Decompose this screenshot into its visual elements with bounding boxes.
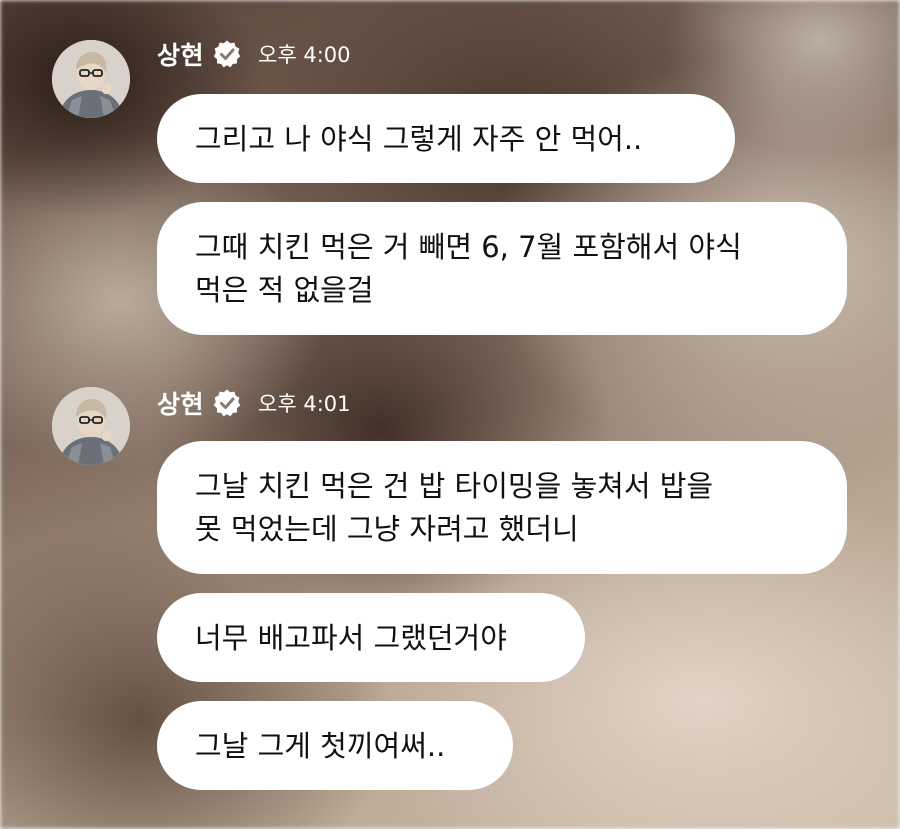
bubble-text-line: 먹은 적 없을걸 <box>195 273 374 307</box>
bubble-text-line: 그날 치킨 먹은 건 밥 타이밍을 놓쳐서 밥을 <box>195 469 714 503</box>
message-time: 오후 4:01 <box>258 392 351 416</box>
message-time: 오후 4:00 <box>258 43 351 67</box>
bubble-text-line: 그리고 나 야식 그렇게 자주 안 먹어.. <box>195 122 643 156</box>
user-avatar-icon <box>52 387 130 465</box>
bubble-text-line: 너무 배고파서 그랬던거야 <box>195 621 507 655</box>
verified-badge-icon <box>213 40 241 68</box>
avatar[interactable] <box>52 387 130 465</box>
avatar[interactable] <box>52 40 130 118</box>
sender-name[interactable]: 상현 <box>157 36 204 72</box>
bubble-text-line: 그때 치킨 먹은 거 빼면 6, 7월 포함해서 야식 <box>195 230 742 264</box>
bubble-text-line: 그날 그게 첫끼여써.. <box>195 729 446 763</box>
sender-line: 상현 오후 4:00 <box>157 36 351 72</box>
verified-badge-icon <box>213 389 241 417</box>
chat-bubble[interactable]: 너무 배고파서 그랬던거야 <box>157 593 585 682</box>
chat-bubble[interactable]: 그날 치킨 먹은 건 밥 타이밍을 놓쳐서 밥을 못 먹었는데 그냥 자려고 했… <box>157 441 847 574</box>
chat-bubble[interactable]: 그때 치킨 먹은 거 빼면 6, 7월 포함해서 야식 먹은 적 없을걸 <box>157 202 847 335</box>
sender-line: 상현 오후 4:01 <box>157 385 351 421</box>
user-avatar-icon <box>52 40 130 118</box>
bubble-text-line: 못 먹었는데 그냥 자려고 했더니 <box>195 512 579 546</box>
chat-bubble[interactable]: 그날 그게 첫끼여써.. <box>157 701 513 790</box>
sender-name[interactable]: 상현 <box>157 385 204 421</box>
chat-bubble[interactable]: 그리고 나 야식 그렇게 자주 안 먹어.. <box>157 94 735 183</box>
